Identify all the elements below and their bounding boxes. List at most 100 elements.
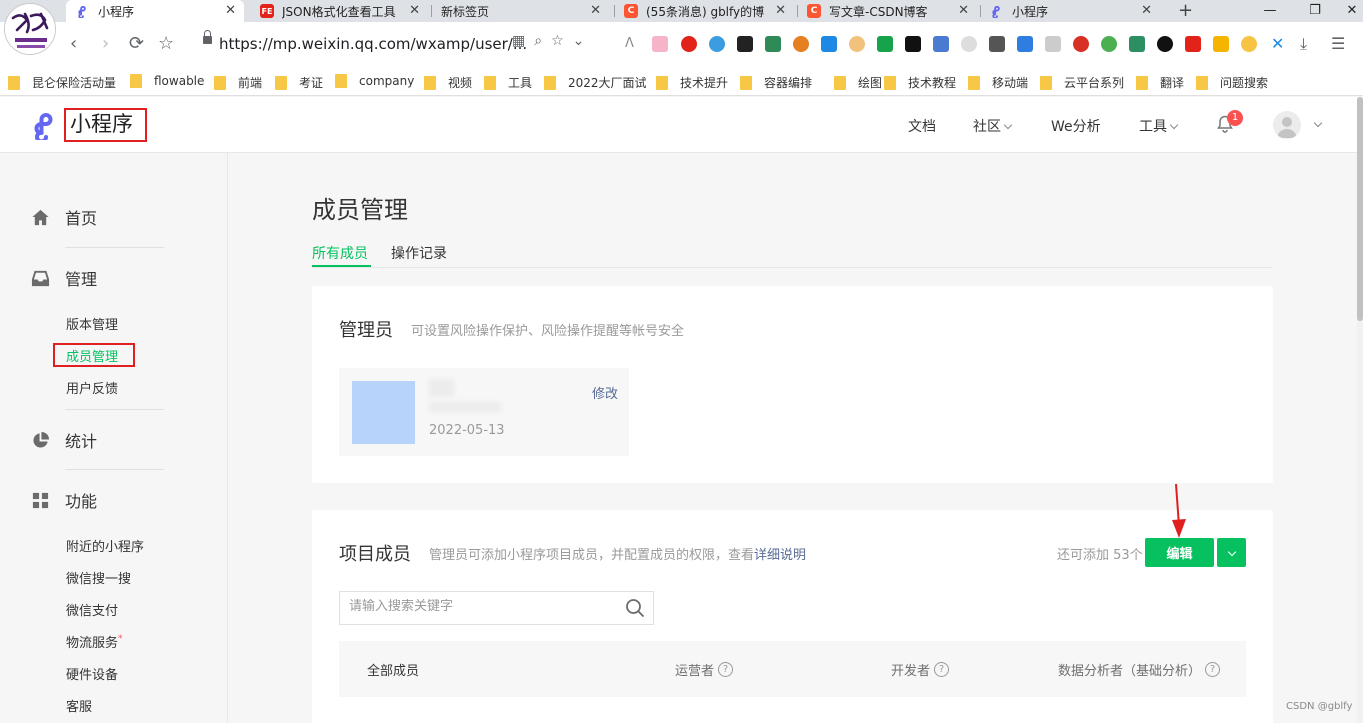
adblock-icon[interactable]: [681, 36, 697, 52]
bookmark-item[interactable]: 移动端: [968, 74, 1028, 91]
tab-all-members[interactable]: 所有成员: [312, 243, 368, 263]
close-tab-icon[interactable]: ✕: [225, 3, 236, 18]
page-scrollbar-thumb[interactable]: [1357, 97, 1363, 321]
help-icon[interactable]: ?: [718, 662, 734, 677]
extension-grid-icon[interactable]: [933, 36, 949, 52]
bookmark-item[interactable]: 翻译: [1136, 74, 1184, 91]
nav-community[interactable]: 社区: [973, 116, 1013, 136]
extension-pink-icon[interactable]: [652, 36, 668, 52]
menu-icon[interactable]: ☰: [1331, 36, 1347, 52]
sidebar-item-version-management[interactable]: 版本管理: [66, 314, 118, 333]
tab-new-tab[interactable]: 新标签页 ✕: [431, 0, 609, 22]
qr-code-icon[interactable]: ▦: [512, 33, 525, 49]
extension-shield-icon[interactable]: [877, 36, 893, 52]
tab-csdn-write[interactable]: C 写文章-CSDN博客 ✕: [797, 0, 977, 22]
edit-members-button[interactable]: 编辑: [1145, 538, 1214, 567]
minimize-button[interactable]: —: [1250, 0, 1290, 22]
extension-black-icon[interactable]: [905, 36, 921, 52]
sidebar-group-features[interactable]: 功能: [31, 488, 97, 512]
forward-button[interactable]: ›: [102, 34, 109, 54]
address-bar[interactable]: https://mp.weixin.qq.com/wxamp/user/...: [219, 35, 527, 53]
bookmark-item[interactable]: 工具: [484, 74, 532, 91]
sidebar-item-home[interactable]: 首页: [31, 205, 97, 229]
translate-icon[interactable]: [1017, 36, 1033, 52]
sidebar-item-wechat-search[interactable]: 微信搜一搜: [66, 568, 131, 587]
tab-json-tool[interactable]: FE JSON格式化查看工具 ✕: [250, 0, 428, 22]
bookmark-item[interactable]: 技术提升: [656, 74, 728, 91]
user-avatar[interactable]: [1273, 111, 1301, 139]
zoom-icon[interactable]: ⌕: [534, 33, 542, 49]
extension-smile-icon[interactable]: [961, 36, 977, 52]
tab-csdn-messages[interactable]: C (55条消息) gblfy的博 ✕: [614, 0, 794, 22]
sidebar-item-logistics[interactable]: 物流服务*: [66, 632, 123, 651]
bookmark-item[interactable]: 技术教程: [884, 74, 956, 91]
close-tab-icon[interactable]: ✕: [409, 3, 420, 18]
extension-lightblue-icon[interactable]: [821, 36, 837, 52]
site-logo-text[interactable]: 小程序: [64, 108, 147, 142]
close-tab-icon[interactable]: ✕: [1141, 3, 1152, 18]
close-tab-icon[interactable]: ✕: [590, 3, 601, 18]
bookmark-item[interactable]: 2022大厂面试: [544, 74, 647, 91]
extension-red-oval-icon[interactable]: [1073, 36, 1089, 52]
details-link[interactable]: 详细说明: [754, 548, 806, 563]
reload-button[interactable]: ⟳: [129, 34, 144, 54]
extension-dark-icon[interactable]: [737, 36, 753, 52]
vue-devtools-icon[interactable]: [1129, 36, 1145, 52]
bookmark-item[interactable]: company: [335, 74, 414, 88]
extension-green-icon[interactable]: [765, 36, 781, 52]
help-icon[interactable]: ?: [934, 662, 950, 677]
nav-tools[interactable]: 工具: [1139, 116, 1179, 136]
back-button[interactable]: ‹: [70, 34, 77, 54]
admin-edit-link[interactable]: 修改: [592, 383, 618, 402]
member-search-input[interactable]: [349, 599, 609, 614]
sidebar-group-stats[interactable]: 统计: [31, 428, 97, 452]
sidebar-item-customer-service[interactable]: 客服: [66, 696, 92, 715]
bookmark-star-button[interactable]: ☆: [158, 34, 174, 54]
favorite-icon[interactable]: ☆: [551, 33, 564, 49]
edit-dropdown-button[interactable]: [1217, 538, 1246, 567]
bookmark-item[interactable]: flowable: [130, 74, 204, 88]
sidebar-item-user-feedback[interactable]: 用户反馈: [66, 378, 118, 397]
bookmark-item[interactable]: 绘图: [834, 74, 882, 91]
extension-a-icon[interactable]: Λ: [625, 36, 641, 52]
close-tab-icon[interactable]: ✕: [775, 3, 786, 18]
extension-globe-icon[interactable]: [1101, 36, 1117, 52]
bookmark-item[interactable]: 云平台系列: [1040, 74, 1124, 91]
bookmark-item[interactable]: 视频: [424, 74, 472, 91]
chevron-down-icon[interactable]: ⌄: [573, 33, 585, 49]
nav-docs[interactable]: 文档: [908, 116, 936, 136]
search-icon[interactable]: [625, 598, 645, 618]
extension-tiles-icon[interactable]: [1213, 36, 1229, 52]
bookmark-item[interactable]: 考证: [275, 74, 323, 91]
tab-operation-log[interactable]: 操作记录: [391, 243, 447, 263]
chevron-down-icon[interactable]: [1313, 118, 1323, 128]
dark-mode-icon[interactable]: [1241, 36, 1257, 52]
sidebar-item-wechat-pay[interactable]: 微信支付: [66, 600, 118, 619]
nav-we-analytics[interactable]: We分析: [1051, 116, 1101, 136]
bookmark-item[interactable]: 昆仑保险活动量: [8, 74, 116, 91]
new-tab-button[interactable]: +: [1178, 0, 1193, 22]
extension-face-icon[interactable]: [849, 36, 865, 52]
extension-curve-icon[interactable]: [989, 36, 1005, 52]
close-tab-icon[interactable]: ✕: [958, 3, 969, 18]
maximize-button[interactable]: ❐: [1295, 0, 1335, 22]
sidebar-item-hardware[interactable]: 硬件设备: [66, 664, 118, 683]
column-all-members[interactable]: 全部成员: [367, 660, 419, 679]
fe-helper-icon[interactable]: [1185, 36, 1201, 52]
help-icon[interactable]: ?: [1205, 662, 1221, 677]
profile-avatar[interactable]: [4, 3, 56, 55]
extension-gray-icon[interactable]: [1045, 36, 1061, 52]
extension-x-icon[interactable]: ✕: [1271, 36, 1287, 52]
tab-miniprogram-2[interactable]: 小程序 ✕: [980, 0, 1160, 22]
extension-infinity-icon[interactable]: [1157, 36, 1173, 52]
tab-miniprogram-1[interactable]: 小程序 ✕: [66, 0, 244, 22]
extension-orange-icon[interactable]: [793, 36, 809, 52]
bookmark-item[interactable]: 容器编排: [740, 74, 812, 91]
bookmark-item[interactable]: 问题搜索: [1196, 74, 1268, 91]
bookmark-item[interactable]: 前端: [214, 74, 262, 91]
sidebar-item-nearby-miniprogram[interactable]: 附近的小程序: [66, 536, 144, 555]
close-window-button[interactable]: ✕: [1332, 0, 1363, 22]
sidebar-group-manage[interactable]: 管理: [31, 266, 97, 290]
extension-blue-icon[interactable]: [709, 36, 725, 52]
download-icon[interactable]: ⤓: [1300, 36, 1316, 52]
